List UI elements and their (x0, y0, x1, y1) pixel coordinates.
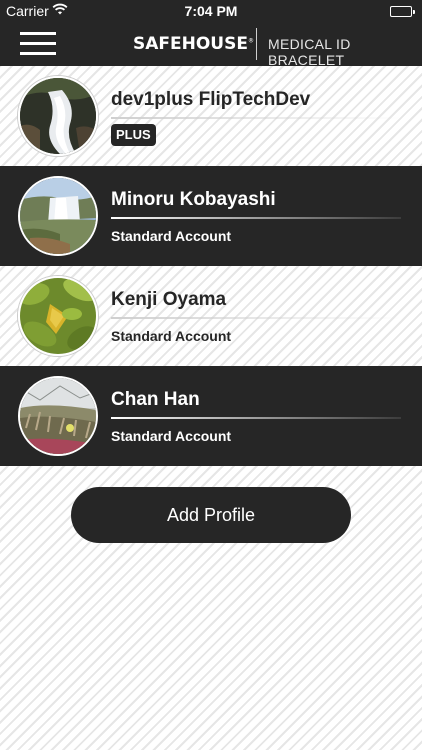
nav-bar: SAFEHOUSE® MEDICAL ID BRACELET (0, 22, 422, 68)
registered-mark: ® (247, 37, 254, 45)
brand-logo: SAFEHOUSE® (133, 34, 254, 54)
profile-row[interactable]: Minoru Kobayashi Standard Account (0, 166, 422, 266)
account-type: Standard Account (111, 228, 232, 244)
header-subtitle: MEDICAL ID BRACELET (268, 36, 351, 68)
account-type: Standard Account (111, 328, 232, 344)
header-divider (256, 28, 257, 60)
profile-row[interactable]: dev1plus FlipTechDev PLUS (0, 66, 422, 166)
row-divider (111, 317, 401, 319)
hamburger-menu-icon[interactable] (20, 30, 56, 58)
avatar (18, 376, 98, 456)
clock: 7:04 PM (184, 3, 238, 19)
profile-name: Kenji Oyama (111, 289, 227, 310)
avatar (18, 276, 98, 356)
plus-badge: PLUS (111, 124, 156, 146)
row-divider (111, 117, 401, 119)
avatar (18, 76, 98, 156)
account-type: Standard Account (111, 428, 232, 444)
status-bar: Carrier 7:04 PM (0, 0, 422, 22)
row-divider (111, 417, 401, 419)
profile-row[interactable]: Kenji Oyama Standard Account (0, 266, 422, 366)
row-divider (111, 217, 401, 219)
battery-icon (390, 6, 415, 17)
profile-name: dev1plus FlipTechDev (111, 89, 311, 110)
profile-name: Minoru Kobayashi (111, 189, 276, 210)
profile-row[interactable]: Chan Han Standard Account (0, 366, 422, 466)
profile-name: Chan Han (111, 389, 200, 410)
add-profile-button[interactable]: Add Profile (71, 487, 351, 543)
avatar (18, 176, 98, 256)
brand-name: SAFEHOUSE (133, 34, 248, 54)
